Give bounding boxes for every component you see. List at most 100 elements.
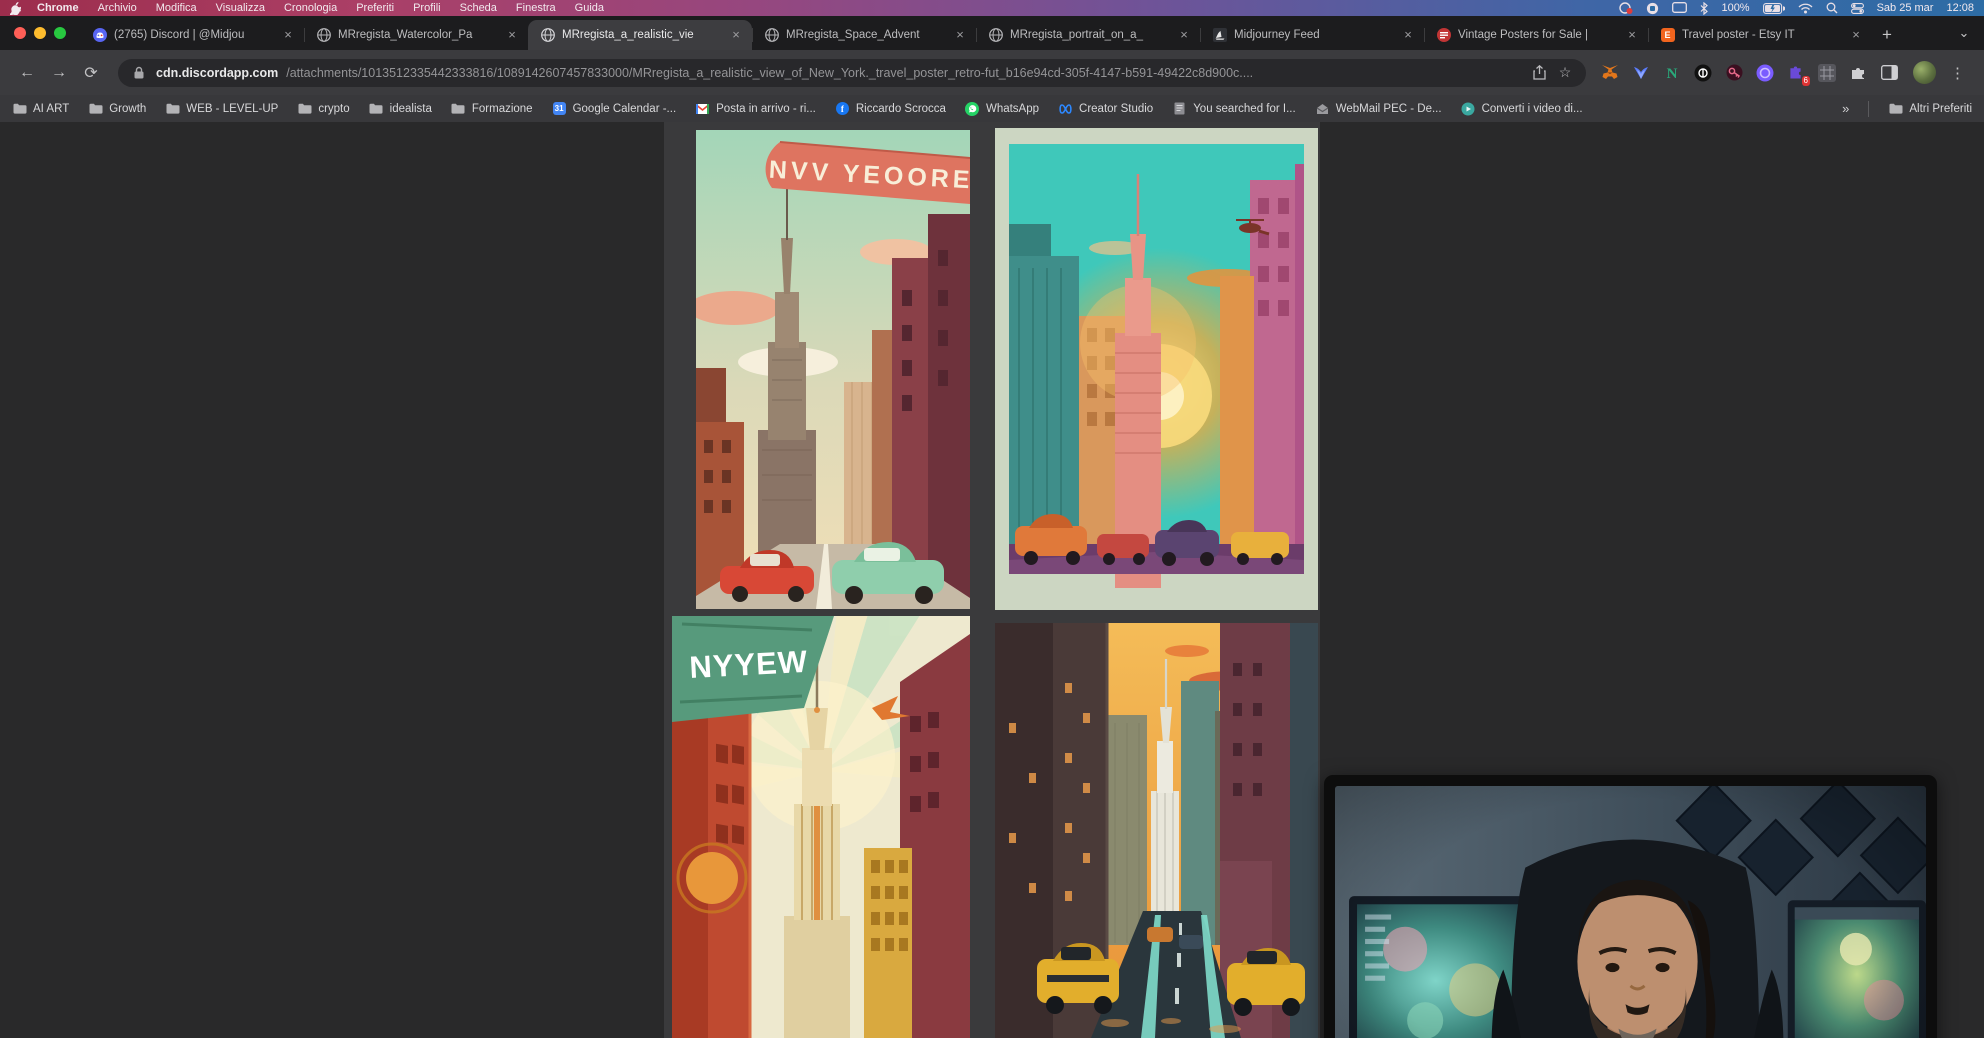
bookmark-other-favorites[interactable]: Altri Preferiti [1888,101,1972,116]
purple-orb-extension-icon[interactable] [1755,63,1775,83]
chrome-tabstrip: (2765) Discord | @Midjou × MRregista_Wat… [0,16,1984,50]
menu-cronologia[interactable]: Cronologia [284,2,337,14]
bookmark-video-converter[interactable]: Converti i video di... [1461,101,1583,116]
battery-icon[interactable] [1763,3,1785,14]
bookmark-star-icon[interactable]: ☆ [1556,64,1574,81]
folder-icon [451,101,466,116]
grid-extension-icon[interactable] [1817,63,1837,83]
wings-extension-icon[interactable] [1631,63,1651,83]
menu-archivio[interactable]: Archivio [98,2,137,14]
bookmark-label: WebMail PEC - De... [1336,103,1442,115]
tab-close-icon[interactable]: × [1848,27,1864,43]
extensions-row: N 6 [1600,63,1899,83]
bookmark-folder-idealista[interactable]: idealista [369,101,432,116]
tab-search-chevron-icon[interactable]: ⌄ [1944,16,1984,50]
tab-close-icon[interactable]: × [1176,27,1192,43]
tab-close-icon[interactable]: × [728,27,744,43]
chrome-menu-icon[interactable]: ⋮ [1946,64,1970,82]
new-tab-button[interactable]: + [1872,20,1902,50]
bookmark-whatsapp[interactable]: WhatsApp [965,101,1039,116]
webcam-video [1335,786,1926,1038]
window-close-button[interactable] [14,27,26,39]
menubar-time[interactable]: 12:08 [1946,2,1974,14]
midjourney-image-grid: NVV YEOORE [664,122,1320,1038]
bookmark-facebook-profile[interactable]: f Riccardo Scrocca [835,101,946,116]
bookmark-label: Creator Studio [1079,103,1153,115]
gmail-icon [695,101,710,116]
stop-record-icon[interactable] [1646,2,1659,15]
back-button[interactable]: ← [14,60,40,86]
bookmark-creator-studio[interactable]: Creator Studio [1058,101,1153,116]
tab-close-icon[interactable]: × [280,27,296,43]
n-extension-icon[interactable]: N [1662,63,1682,83]
bookmark-folder-growth[interactable]: Growth [88,101,146,116]
bookmark-you-searched[interactable]: You searched for I... [1172,101,1296,116]
bookmarks-overflow-chevron[interactable]: » [1842,101,1849,116]
menu-profili[interactable]: Profili [413,2,441,14]
menu-scheda[interactable]: Scheda [460,2,497,14]
folder-icon [12,101,27,116]
bookmark-google-calendar[interactable]: 31 Google Calendar -... [552,101,677,116]
menu-preferiti[interactable]: Preferiti [356,2,394,14]
wifi-icon[interactable] [1798,3,1813,14]
menu-chrome[interactable]: Chrome [37,2,79,14]
menu-modifica[interactable]: Modifica [156,2,197,14]
tab-portrait[interactable]: MRregista_portrait_on_a_ × [976,20,1200,50]
bluetooth-icon[interactable] [1700,2,1708,15]
apple-menu-icon[interactable] [10,2,21,15]
tab-label: MRregista_Space_Advent [786,29,945,41]
screen: Chrome Archivio Modifica Visualizza Cron… [0,0,1984,1038]
tab-close-icon[interactable]: × [504,27,520,43]
side-panel-icon[interactable] [1879,63,1899,83]
bookmark-webmail-pec[interactable]: WebMail PEC - De... [1315,101,1442,116]
url-path: /attachments/1013512335442333816/1089142… [286,66,1522,80]
tab-space-adventure[interactable]: MRregista_Space_Advent × [752,20,976,50]
tab-discord[interactable]: (2765) Discord | @Midjou × [80,20,304,50]
tab-watercolor[interactable]: MRregista_Watercolor_Pa × [304,20,528,50]
bookmark-label: You searched for I... [1193,103,1296,115]
bookmark-folder-crypto[interactable]: crypto [297,101,349,116]
menubar-date[interactable]: Sab 25 mar [1877,2,1934,14]
share-icon[interactable] [1530,65,1548,80]
tab-etsy[interactable]: E Travel poster - Etsy IT × [1648,20,1872,50]
bookmark-folder-web-level-up[interactable]: WEB - LEVEL-UP [165,101,278,116]
bookmark-label: WhatsApp [986,103,1039,115]
padlock-icon[interactable] [130,66,148,79]
url-domain: cdn.discordapp.com [156,66,278,80]
tab-label: Travel poster - Etsy IT [1682,29,1841,41]
menu-finestra[interactable]: Finestra [516,2,556,14]
window-zoom-button[interactable] [54,27,66,39]
bookmark-label: Converti i video di... [1482,103,1583,115]
forward-button[interactable]: → [46,60,72,86]
screen-record-icon[interactable] [1619,2,1633,14]
tab-close-icon[interactable]: × [952,27,968,43]
purple-puzzle-extension-icon[interactable]: 6 [1786,63,1806,83]
bookmark-gmail-inbox[interactable]: Posta in arrivo - ri... [695,101,816,116]
menu-guida[interactable]: Guida [575,2,604,14]
window-minimize-button[interactable] [34,27,46,39]
svg-text:N: N [1667,66,1678,81]
google-calendar-icon: 31 [552,101,567,116]
dark-circle-extension-icon[interactable] [1693,63,1713,83]
menu-visualizza[interactable]: Visualizza [216,2,265,14]
tab-label: MRregista_Watercolor_Pa [338,29,497,41]
tab-vintage-posters[interactable]: Vintage Posters for Sale | × [1424,20,1648,50]
tab-close-icon[interactable]: × [1624,27,1640,43]
spotlight-icon[interactable] [1826,2,1838,14]
extensions-puzzle-icon[interactable] [1848,63,1868,83]
display-icon[interactable] [1672,2,1687,14]
midjourney-favicon-icon [1212,28,1227,43]
profile-avatar[interactable] [1913,61,1936,84]
metamask-extension-icon[interactable] [1600,63,1620,83]
control-center-icon[interactable] [1851,3,1864,14]
battery-percent: 100% [1721,2,1749,14]
tab-close-icon[interactable]: × [1400,27,1416,43]
globe-favicon-icon [764,28,779,43]
bookmark-folder-formazione[interactable]: Formazione [451,101,533,116]
bookmark-folder-ai-art[interactable]: AI ART [12,101,69,116]
tab-realistic-view-active[interactable]: MRregista_a_realistic_vie × [528,20,752,50]
key-extension-icon[interactable] [1724,63,1744,83]
reload-button[interactable]: ⟳ [78,60,104,86]
address-bar[interactable]: cdn.discordapp.com /attachments/10135123… [118,59,1586,87]
tab-midjourney-feed[interactable]: Midjourney Feed × [1200,20,1424,50]
